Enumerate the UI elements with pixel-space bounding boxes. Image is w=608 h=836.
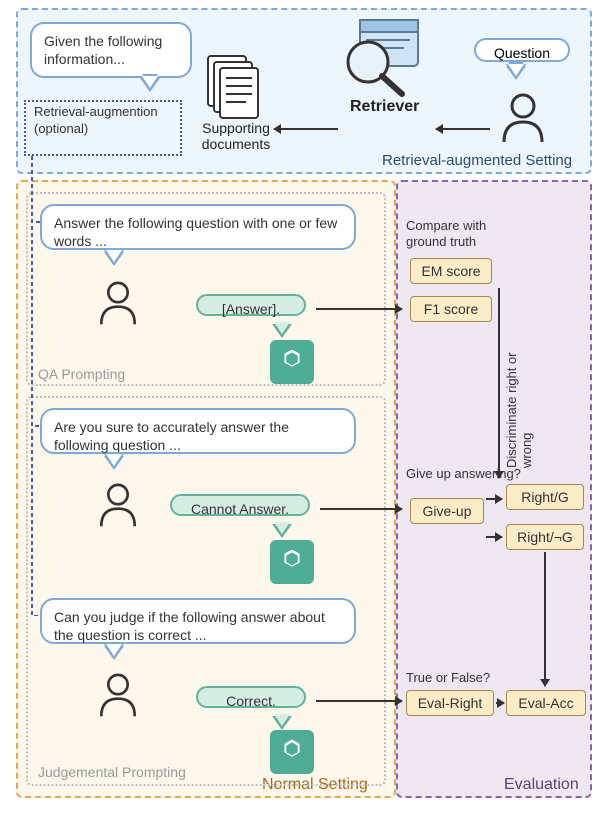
bubble-qa-text: Answer the following question with one o…	[54, 215, 337, 249]
retriever-label: Retriever	[350, 98, 419, 116]
bubble-tail-question	[506, 66, 526, 80]
retriever-magnifier-icon	[338, 14, 430, 100]
tail-cannot	[272, 524, 292, 538]
arrow-scores-down	[498, 288, 500, 478]
bubble-correct-text: Correct.	[226, 693, 276, 709]
gpt-icon-2	[270, 540, 314, 584]
bubble-sure-text: Are you sure to accurately answer the fo…	[54, 419, 289, 453]
rag-optional-label: Retrieval-augmention (optional)	[30, 104, 176, 138]
arrow-question-to-retriever	[436, 128, 490, 130]
bubble-judge-text: Can you judge if the following answer ab…	[54, 609, 325, 643]
person-icon-judge	[96, 672, 140, 720]
bubble-question: Question	[474, 38, 570, 62]
bubble-given-info-text: Given the following information...	[44, 33, 162, 67]
giveup-label: Give up answering?	[406, 466, 526, 482]
documents-icon	[200, 52, 262, 124]
tail-correct	[272, 716, 292, 730]
panel-judgemental-prompting	[26, 396, 386, 786]
bubble-tail-given	[140, 78, 160, 92]
right-g-box: Right/G	[506, 484, 584, 510]
arrow-giveup-rightg	[486, 498, 502, 500]
openai-logo-icon	[277, 347, 307, 377]
arrow-retriever-to-docs	[274, 128, 338, 130]
arrow-cannot-to-giveup	[320, 508, 402, 510]
bubble-given-info: Given the following information...	[30, 22, 192, 78]
judgemental-prompting-label: Judgemental Prompting	[34, 764, 190, 780]
discriminate-label: Discriminate right or wrong	[504, 328, 534, 468]
bubble-judge-prompt: Can you judge if the following answer ab…	[40, 598, 356, 644]
person-icon	[498, 92, 548, 146]
truefalse-label: True or False?	[406, 670, 490, 685]
person-icon-sure	[96, 482, 140, 530]
gpt-icon	[270, 340, 314, 384]
eval-right-box: Eval-Right	[406, 690, 494, 716]
bubble-qa-prompt: Answer the following question with one o…	[40, 204, 356, 250]
eval-acc-box: Eval-Acc	[506, 690, 586, 716]
tail-qa	[104, 252, 124, 266]
bubble-qa-answer: [Answer].	[196, 294, 306, 316]
arrow-giveup-rightng	[486, 536, 502, 538]
tail-qa-answer	[272, 324, 292, 338]
tail-judge	[104, 646, 124, 660]
f1-score-box: F1 score	[410, 296, 492, 322]
gpt-icon-3	[270, 730, 314, 774]
panel-label-eval: Evaluation	[500, 776, 583, 794]
panel-label-retrieval: Retrieval-augmented Setting	[378, 152, 576, 169]
openai-logo-icon	[277, 737, 307, 767]
em-score-box: EM score	[410, 258, 492, 284]
bubble-cannot-answer-text: Cannot Answer.	[191, 501, 289, 517]
bubble-correct: Correct.	[196, 686, 306, 708]
arrow-rightng-evalacc	[544, 552, 546, 686]
bubble-sure-prompt: Are you sure to accurately answer the fo…	[40, 408, 356, 454]
diagram-root: Retrieval-augmented Setting Given the fo…	[0, 0, 608, 836]
bubble-cannot-answer: Cannot Answer.	[170, 494, 310, 516]
openai-logo-icon	[277, 547, 307, 577]
arrow-correct-to-evalright	[316, 700, 402, 702]
qa-prompting-label: QA Prompting	[34, 366, 129, 382]
arrow-evalright-evalacc	[496, 702, 504, 704]
tail-sure	[104, 456, 124, 470]
arrow-qa-to-eval	[316, 308, 402, 310]
compare-label: Compare with ground truth	[406, 218, 526, 249]
bubble-qa-answer-text: [Answer].	[222, 301, 280, 317]
supporting-docs-label: Supporting documents	[186, 120, 286, 152]
right-notg-box: Right/¬G	[506, 524, 584, 550]
person-icon-qa	[96, 280, 140, 328]
giveup-box: Give-up	[410, 498, 484, 524]
bubble-question-text: Question	[494, 45, 550, 61]
